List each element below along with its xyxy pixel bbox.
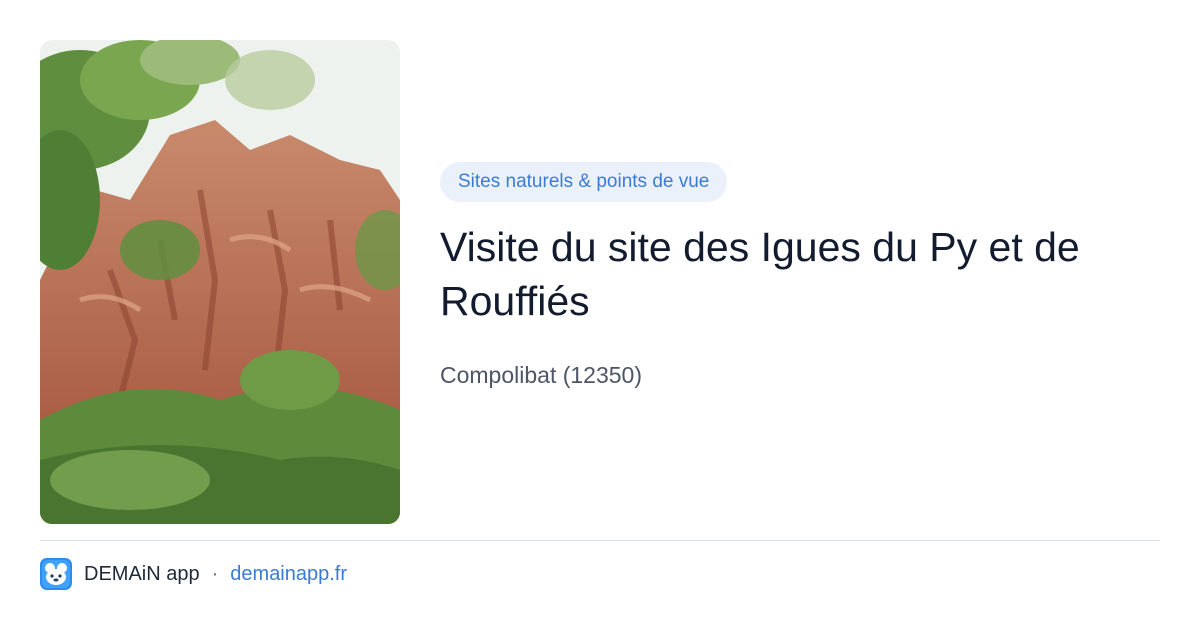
app-name: DEMAiN app	[84, 562, 200, 585]
domain-link[interactable]: demainapp.fr	[230, 563, 347, 586]
location-text: Compolibat (12350)	[440, 362, 643, 388]
preview-content: Sites naturels & points de vue Visite du…	[440, 162, 1160, 389]
site-photo-illustration	[40, 40, 400, 524]
link-preview-card[interactable]: Sites naturels & points de vue Visite du…	[0, 0, 1200, 630]
preview-title[interactable]: Visite du site des Igues du Py et de Rou…	[440, 220, 1160, 328]
divider	[40, 540, 1160, 541]
footer: DEMAiN app · demainapp.fr	[40, 558, 347, 590]
footer-separator: ·	[211, 562, 219, 585]
category-badge[interactable]: Sites naturels & points de vue	[440, 162, 728, 202]
site-photo[interactable]	[40, 40, 400, 524]
app-logo-icon	[40, 558, 72, 590]
